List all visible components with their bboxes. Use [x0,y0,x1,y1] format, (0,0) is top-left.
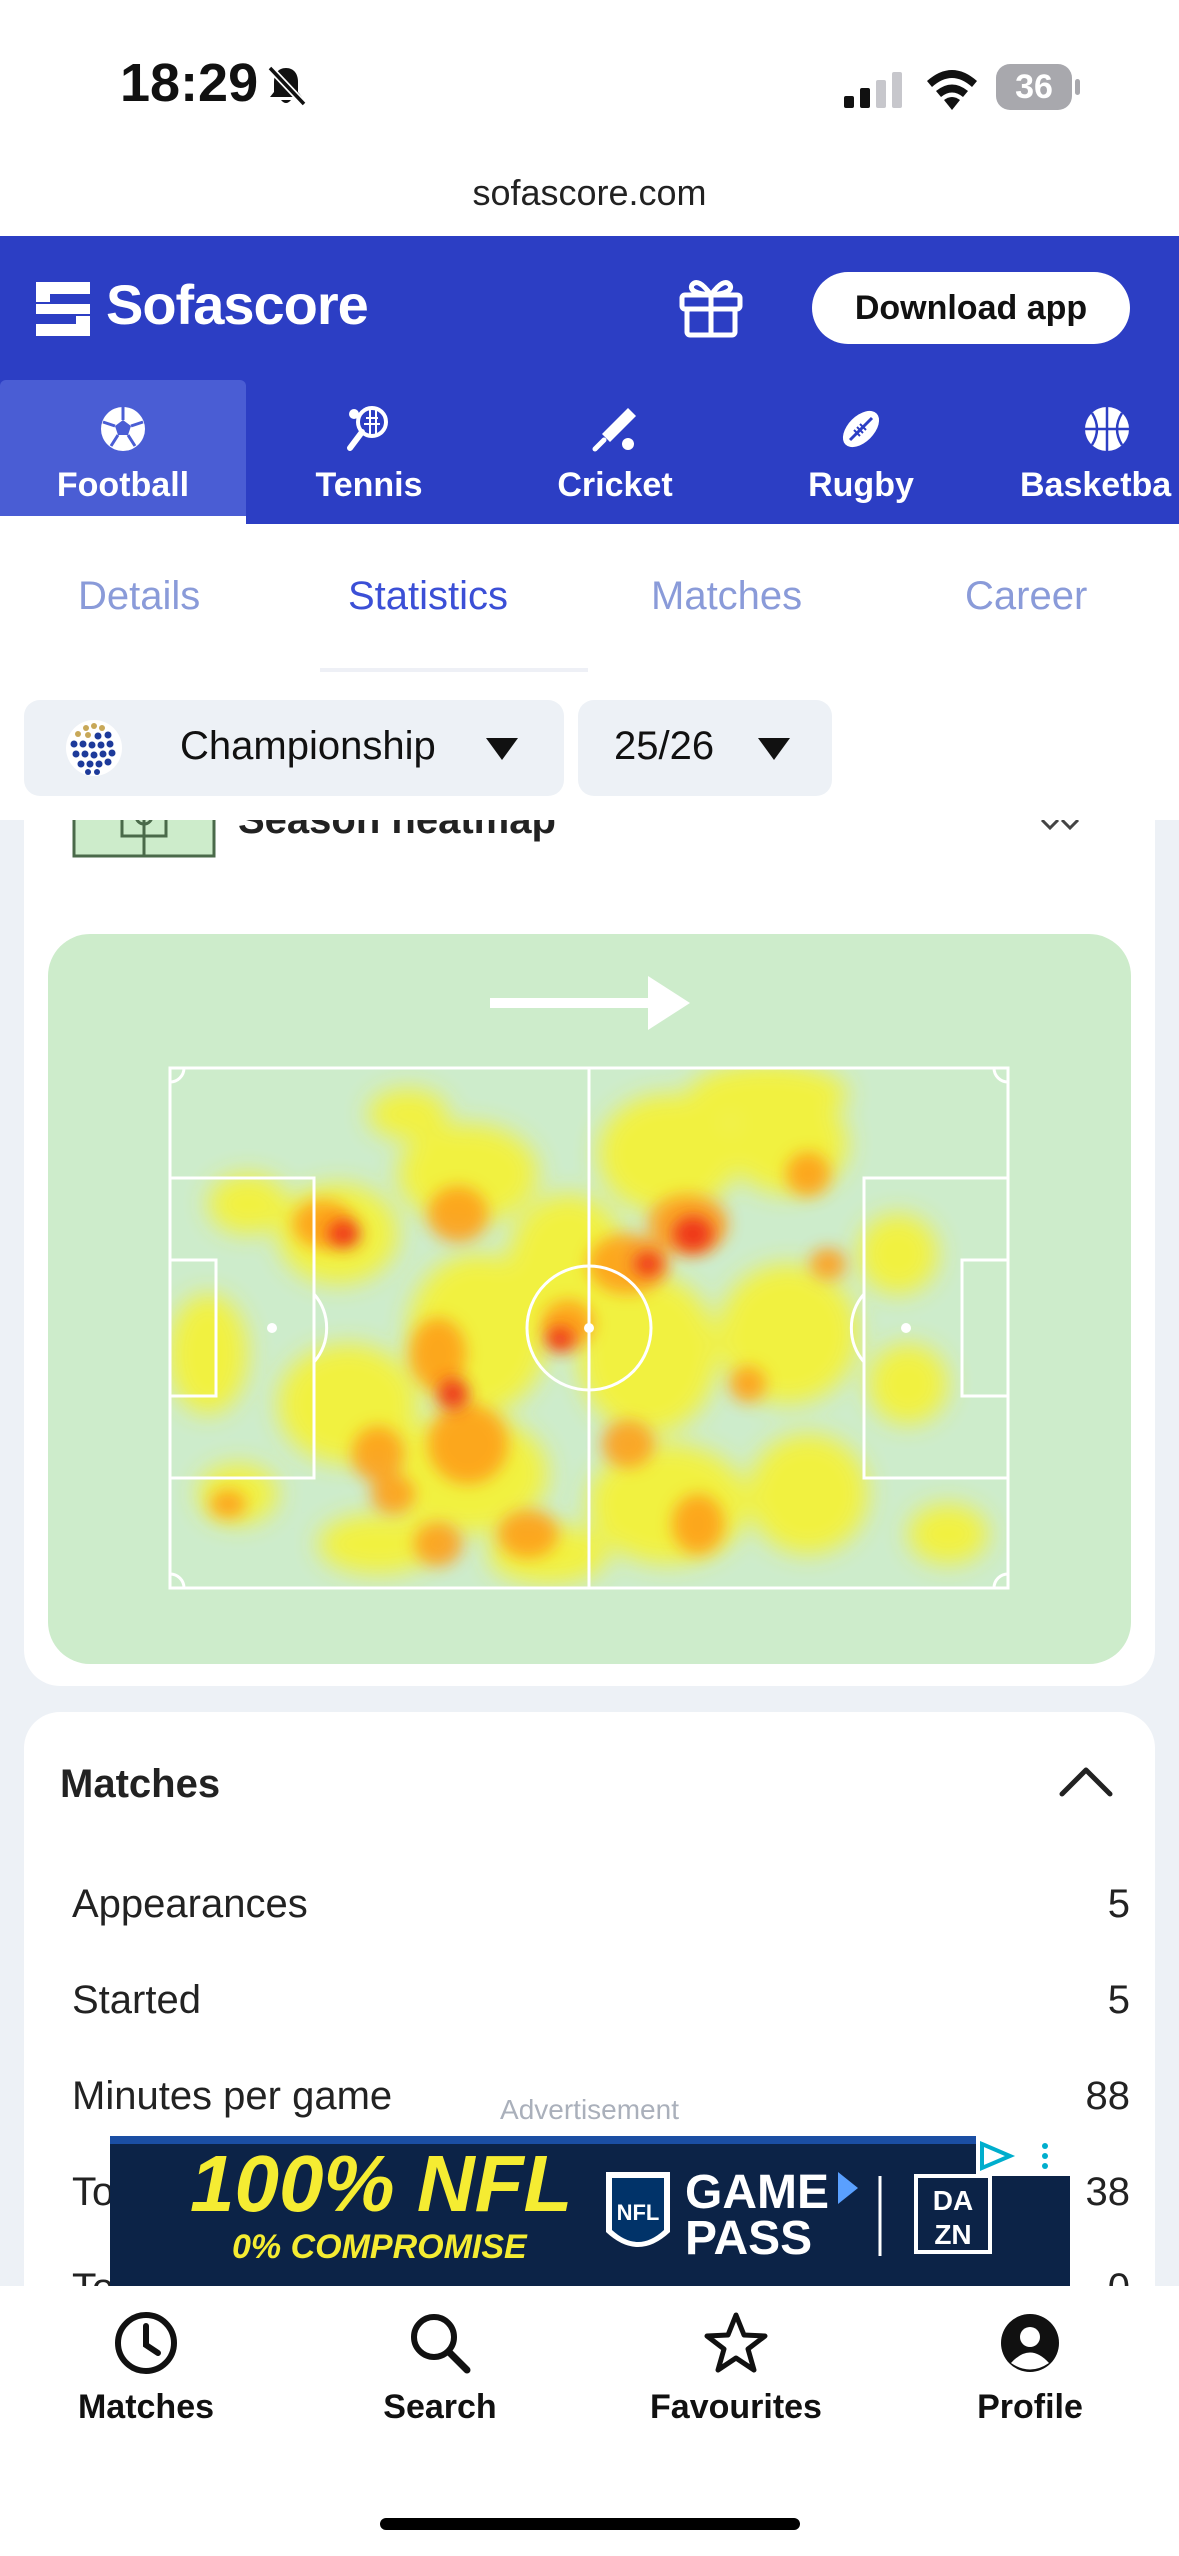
ad-subline: 0% COMPROMISE [232,2228,528,2266]
stat-label: To [72,2170,115,2214]
tennis-icon [347,406,388,451]
chevron-up-icon[interactable] [1058,1764,1114,1798]
ad-partner-bottom: ZN [934,2219,971,2250]
championship-logo-icon [66,720,122,776]
battery-level: 36 [1015,68,1053,106]
stat-label: Started [72,1978,201,2022]
section-title: Matches [60,1762,221,1806]
battery-indicator: 36 [996,64,1080,110]
tab-career[interactable]: Career [965,574,1087,619]
sport-tab-label: Rugby [808,466,914,504]
stat-value: 38 [1085,2170,1131,2214]
nav-profile[interactable]: Profile [920,2310,1140,2440]
search-icon [411,2314,471,2374]
nav-label: Matches [77,2388,215,2426]
nav-favourites[interactable]: Favourites [626,2310,846,2440]
download-app-button[interactable]: Download app [812,272,1130,344]
pitch-icon [72,820,216,858]
season-dropdown[interactable]: 25/26 [578,700,832,796]
adchoices-icon [976,2136,1070,2176]
football-icon [101,407,145,451]
heatmap-pitch [48,934,1131,1664]
sport-tab-tennis[interactable]: Tennis [246,380,492,524]
sport-tab-football[interactable]: Football [0,380,246,524]
tab-statistics[interactable]: Statistics [348,574,508,619]
ad-headline: 100% NFL [190,2139,572,2228]
tab-details[interactable]: Details [78,574,200,619]
status-time: 18:29 [120,53,259,113]
sofascore-logo-icon[interactable] [36,282,90,336]
season-dropdown-value: 25/26 [614,724,715,768]
tab-divider [320,668,588,672]
clock-icon [115,2312,177,2374]
sport-tab-label: Basketba [1020,466,1172,504]
heatmap-title: Season heatmap [238,820,556,842]
stat-value: 5 [1107,1978,1130,2022]
sport-tab-cricket[interactable]: Cricket [492,380,738,524]
gift-icon[interactable] [676,275,746,339]
heatmap-graphic [168,976,1010,1590]
nav-label: Search [383,2388,497,2426]
bell-slash-icon [267,65,307,107]
advertisement-label: Advertisement [500,2094,679,2125]
nav-label: Profile [977,2388,1083,2426]
stat-row-appearances: Appearances 5 [72,1882,1130,1942]
rugby-icon [842,410,880,448]
league-dropdown[interactable]: Championship [24,700,564,796]
sport-tab-basketball[interactable]: Basketba [984,380,1179,524]
wifi-icon [927,70,977,110]
caret-down-icon [758,738,790,760]
stat-row-started: Started 5 [72,1978,1130,2038]
url-text[interactable]: sofascore.com [0,172,1179,214]
basketball-icon [1085,407,1129,451]
ad-nfl-badge: NFL [617,2200,660,2225]
home-indicator[interactable] [380,2518,800,2530]
profile-icon [1001,2314,1059,2372]
nfl-shield-icon: NFL [606,2172,670,2247]
sport-tab-rugby[interactable]: Rugby [738,380,984,524]
caret-down-icon [486,738,518,760]
stat-label: Appearances [72,1882,308,1926]
cricket-icon [592,408,636,452]
chevron-down-icon[interactable] [1040,820,1080,838]
star-icon [704,2312,768,2373]
nav-matches[interactable]: Matches [36,2310,256,2440]
active-sport-indicator [0,516,246,524]
nav-label: Favourites [650,2388,822,2426]
ad-product-bottom: PASS [685,2212,812,2265]
ad-partner-top: DA [933,2185,973,2216]
stat-value: 5 [1107,1882,1130,1926]
sport-tab-label: Tennis [315,466,423,504]
attack-direction-arrow-icon [490,976,690,1030]
cellular-signal-icon [844,72,902,108]
league-dropdown-value: Championship [180,724,436,768]
nav-search[interactable]: Search [330,2310,550,2440]
brand-name[interactable]: Sofascore [106,272,369,337]
tab-matches[interactable]: Matches [651,574,802,619]
sport-tab-label: Football [56,466,190,504]
sport-tab-label: Cricket [557,466,673,504]
advertisement-banner[interactable]: 100% NFL 0% COMPROMISE NFL GAME PASS DA … [110,2136,1070,2286]
heatmap-card: Season heatmap [24,820,1155,1686]
